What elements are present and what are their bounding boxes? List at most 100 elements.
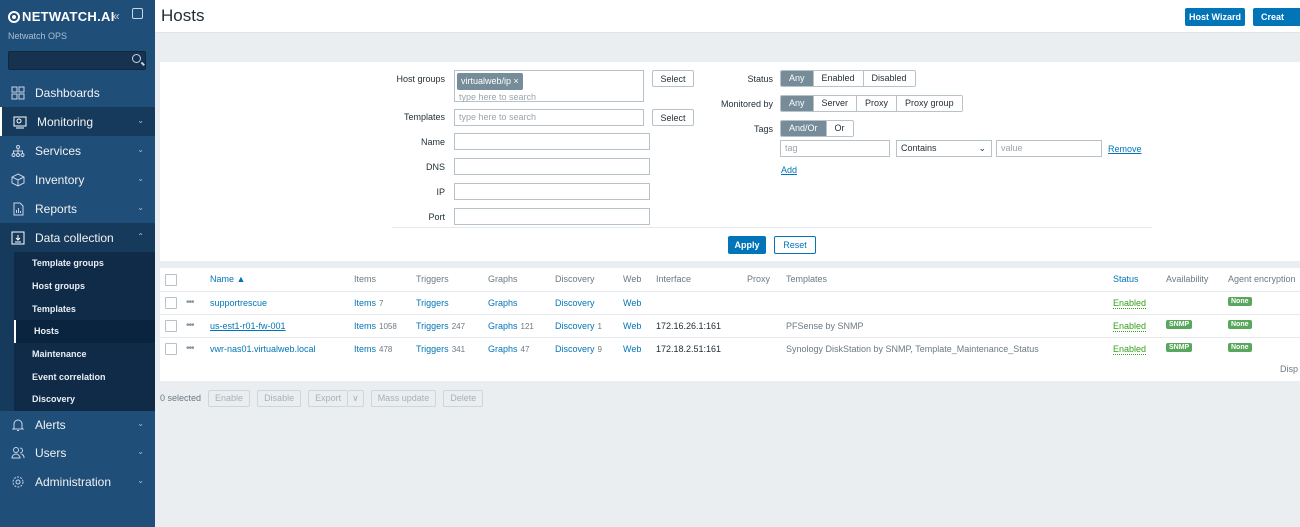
- triggers-link[interactable]: Triggers: [416, 321, 449, 331]
- status-any-option[interactable]: Any: [781, 71, 813, 86]
- submenu-template-groups[interactable]: Template groups: [14, 252, 155, 275]
- graphs-link[interactable]: Graphs: [488, 298, 518, 308]
- tag-name-input[interactable]: tag: [780, 140, 890, 157]
- create-host-button[interactable]: Creat: [1253, 8, 1300, 26]
- tag-add-link[interactable]: Add: [781, 165, 797, 175]
- triggers-link[interactable]: Triggers: [416, 298, 449, 308]
- availability-snmp-badge: SNMP: [1166, 320, 1193, 329]
- chevron-down-icon: ⌄: [137, 203, 144, 212]
- chip-remove-icon[interactable]: ×: [514, 76, 519, 86]
- status-disabled-option[interactable]: Disabled: [862, 71, 915, 86]
- monitored-proxy-option[interactable]: Proxy: [856, 96, 897, 111]
- more-actions-icon[interactable]: •••: [186, 343, 194, 354]
- host-group-chip: virtualweb/ip ×: [457, 73, 523, 90]
- host-name-link[interactable]: vwr-nas01.virtualweb.local: [210, 344, 316, 354]
- tags-or-option[interactable]: Or: [825, 121, 853, 136]
- templates-input[interactable]: type here to search: [454, 109, 644, 126]
- tags-andor-option[interactable]: And/Or: [781, 121, 826, 136]
- kiosk-mode-icon[interactable]: [132, 8, 143, 19]
- table-row: ••• vwr-nas01.virtualweb.local Items 478 …: [160, 337, 1300, 360]
- host-name-link[interactable]: us-est1-r01-fw-001: [210, 321, 286, 331]
- status-toggle[interactable]: Enabled: [1113, 298, 1147, 309]
- graphs-link[interactable]: Graphs: [488, 344, 518, 354]
- triggers-link[interactable]: Triggers: [416, 344, 449, 354]
- disable-button[interactable]: Disable: [257, 389, 302, 407]
- encryption-badge: None: [1228, 343, 1252, 352]
- submenu-templates[interactable]: Templates: [14, 297, 155, 321]
- discovery-link[interactable]: Discovery: [555, 321, 595, 331]
- items-link[interactable]: Items: [354, 344, 376, 354]
- graphs-count: 121: [520, 322, 534, 331]
- search-icon[interactable]: [132, 54, 141, 63]
- items-link[interactable]: Items: [354, 321, 376, 331]
- sidebar-item-users[interactable]: Users ⌄: [0, 438, 155, 467]
- interface-value: 172.18.2.51:161: [656, 344, 722, 354]
- ip-input[interactable]: [454, 183, 650, 200]
- mass-update-button[interactable]: Mass update: [370, 389, 437, 407]
- dns-input[interactable]: [454, 158, 650, 175]
- tag-remove-link[interactable]: Remove: [1108, 144, 1142, 154]
- row-checkbox[interactable]: [165, 343, 177, 355]
- sidebar-item-reports[interactable]: Reports ⌄: [0, 194, 155, 223]
- col-availability-header: Availability: [1166, 274, 1209, 284]
- sidebar-item-administration[interactable]: Administration ⌄: [0, 467, 155, 496]
- more-actions-icon[interactable]: •••: [186, 297, 194, 308]
- row-checkbox[interactable]: [165, 297, 177, 309]
- submenu-hosts[interactable]: Hosts: [14, 320, 155, 343]
- select-all-checkbox[interactable]: [165, 274, 177, 286]
- items-link[interactable]: Items: [354, 298, 376, 308]
- apply-button[interactable]: Apply: [728, 236, 766, 254]
- tag-operator-select[interactable]: Contains ⌄: [896, 140, 992, 157]
- web-link[interactable]: Web: [623, 298, 641, 308]
- name-input[interactable]: [454, 133, 650, 150]
- selected-count: 0 selected: [160, 393, 202, 403]
- templates-select-button[interactable]: Select: [652, 109, 694, 126]
- monitored-any-option[interactable]: Any: [781, 96, 813, 111]
- col-interface-header: Interface: [656, 274, 692, 284]
- port-input[interactable]: [454, 208, 650, 225]
- row-checkbox[interactable]: [165, 320, 177, 332]
- submenu-discovery[interactable]: Discovery: [14, 388, 155, 411]
- sidebar-item-monitoring[interactable]: Monitoring ⌄: [0, 107, 155, 136]
- delete-button[interactable]: Delete: [443, 389, 484, 407]
- brand-logo[interactable]: NETWATCH.AI: [8, 9, 115, 24]
- sidebar-item-alerts[interactable]: Alerts ⌄: [0, 410, 155, 439]
- web-link[interactable]: Web: [623, 344, 641, 354]
- submenu-maintenance[interactable]: Maintenance: [14, 342, 155, 366]
- graphs-link[interactable]: Graphs: [488, 321, 518, 331]
- host-groups-select-button[interactable]: Select: [652, 70, 694, 87]
- monitored-server-option[interactable]: Server: [812, 96, 857, 111]
- port-label: Port: [428, 212, 445, 222]
- dns-label: DNS: [425, 162, 445, 172]
- submenu-event-correlation[interactable]: Event correlation: [14, 365, 155, 389]
- status-toggle[interactable]: Enabled: [1113, 344, 1147, 355]
- sidebar-item-data-collection[interactable]: Data collection ⌃: [0, 223, 155, 252]
- sidebar-item-services[interactable]: Services ⌄: [0, 136, 155, 165]
- col-agent-encryption-header: Agent encryption: [1228, 274, 1296, 284]
- discovery-link[interactable]: Discovery: [555, 298, 595, 308]
- sidebar-item-inventory[interactable]: Inventory ⌄: [0, 165, 155, 194]
- monitored-by-segmented: Any Server Proxy Proxy group: [780, 95, 963, 112]
- export-button[interactable]: Export: [308, 389, 348, 407]
- web-link[interactable]: Web: [623, 321, 641, 331]
- col-triggers-header: Triggers: [416, 274, 449, 284]
- submenu-host-groups[interactable]: Host groups: [14, 274, 155, 298]
- enable-button[interactable]: Enable: [208, 389, 251, 407]
- col-name-header[interactable]: Name ▲: [210, 274, 245, 284]
- sidebar-search-input[interactable]: [8, 51, 146, 70]
- reset-button[interactable]: Reset: [774, 236, 816, 254]
- host-wizard-button[interactable]: Host Wizard: [1185, 8, 1245, 26]
- col-status-header[interactable]: Status: [1113, 274, 1139, 284]
- monitored-proxy-group-option[interactable]: Proxy group: [896, 96, 962, 111]
- host-groups-multiselect[interactable]: virtualweb/ip × type here to search: [454, 70, 644, 102]
- chevron-down-icon: ⌄: [137, 476, 144, 485]
- more-actions-icon[interactable]: •••: [186, 320, 194, 331]
- discovery-link[interactable]: Discovery: [555, 344, 595, 354]
- sidebar-item-dashboards[interactable]: Dashboards: [0, 78, 155, 107]
- host-name-link[interactable]: supportrescue: [210, 298, 267, 308]
- status-toggle[interactable]: Enabled: [1113, 321, 1147, 332]
- status-enabled-option[interactable]: Enabled: [812, 71, 863, 86]
- collapse-sidebar-button[interactable]: «: [113, 9, 120, 23]
- export-menu-button[interactable]: ∨: [347, 389, 364, 407]
- tag-value-input[interactable]: value: [996, 140, 1102, 157]
